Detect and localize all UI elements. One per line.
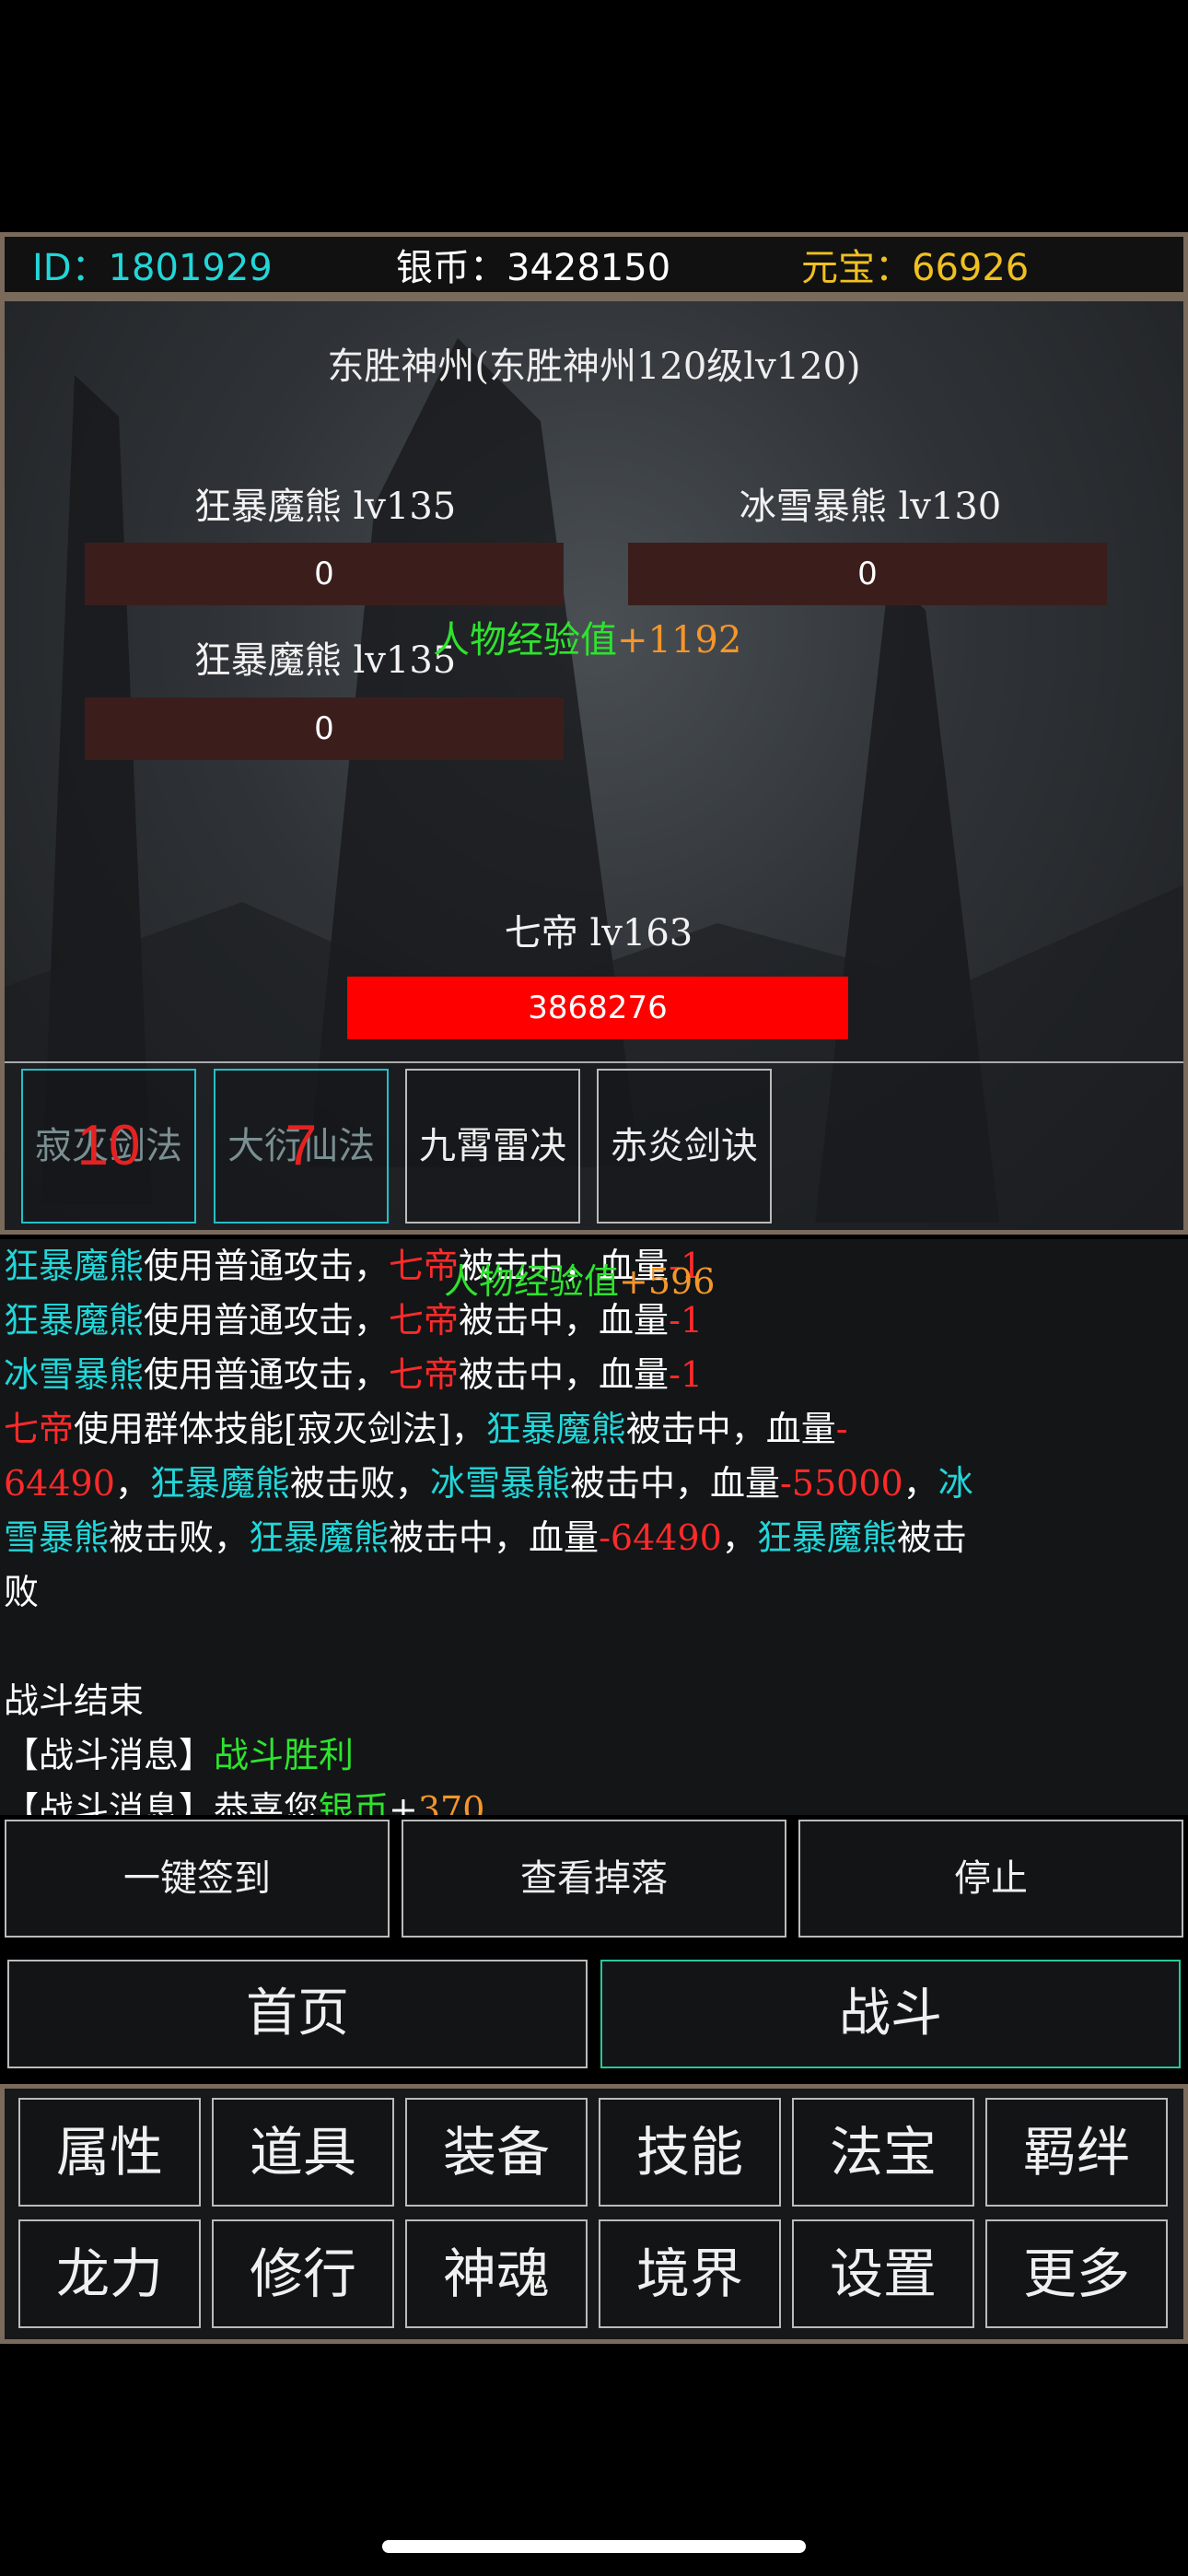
exp-popup-value: +1192 xyxy=(617,619,742,662)
menu-equipment-button[interactable]: 装备 xyxy=(405,2098,588,2207)
log-line: 战斗结束 xyxy=(4,1680,145,1721)
skill-divider xyxy=(5,1061,1183,1063)
battle-log: 狂暴魔熊使用普通攻击，七帝被击中，血量-1 狂暴魔熊使用普通攻击，七帝被击中，血… xyxy=(0,1239,1188,1815)
log-line: 【战斗消息】恭喜您银币+370 xyxy=(4,1789,485,1815)
skill-button[interactable]: 大衍仙法 7 xyxy=(214,1069,389,1224)
player-name: 七帝 lv163 xyxy=(504,912,693,954)
skill-button[interactable]: 赤炎剑诀 xyxy=(597,1069,772,1224)
yuanbao-balance: 元宝：66926 xyxy=(801,247,1030,289)
enemy-name: 狂暴魔熊 lv135 xyxy=(193,486,457,528)
menu-soul-button[interactable]: 神魂 xyxy=(405,2219,588,2328)
menu-treasure-button[interactable]: 法宝 xyxy=(792,2098,974,2207)
skill-cooldown: 7 xyxy=(285,1114,318,1177)
daily-signin-button[interactable]: 一键签到 xyxy=(5,1820,390,1938)
enemy-hp-bar: 0 xyxy=(85,697,564,760)
menu-attributes-button[interactable]: 属性 xyxy=(18,2098,201,2207)
menu-items-button[interactable]: 道具 xyxy=(212,2098,394,2207)
view-drops-button[interactable]: 查看掉落 xyxy=(402,1820,786,1938)
exp-gain-popup: 人物经验值+1192 xyxy=(433,610,741,663)
log-line: 败 xyxy=(4,1572,40,1612)
skill-name: 九霄雷决 xyxy=(419,1125,566,1167)
menu-settings-button[interactable]: 设置 xyxy=(792,2219,974,2328)
log-line: 雪暴熊被击败，狂暴魔熊被击中，血量-64490，狂暴魔熊被击 xyxy=(4,1517,967,1558)
home-indicator[interactable] xyxy=(382,2540,806,2553)
log-exp-popup: 人物经验值+596 xyxy=(444,1261,716,1302)
silver-balance: 银币：3428150 xyxy=(396,247,671,289)
exp-popup-label: 人物经验值 xyxy=(433,619,617,662)
menu-cultivation-button[interactable]: 修行 xyxy=(212,2219,394,2328)
log-line: 64490，狂暴魔熊被击败，冰雪暴熊被击中，血量-55000，冰 xyxy=(4,1463,973,1504)
nav-home-button[interactable]: 首页 xyxy=(7,1960,588,2068)
enemy-hp-bar: 0 xyxy=(628,543,1107,605)
player-hp-bar: 3868276 xyxy=(347,977,848,1039)
log-line: 【战斗消息】战斗胜利 xyxy=(4,1735,355,1775)
nav-battle-button[interactable]: 战斗 xyxy=(600,1960,1181,2068)
enemy-name: 冰雪暴熊 lv130 xyxy=(739,486,1002,528)
skill-button[interactable]: 九霄雷决 xyxy=(405,1069,580,1224)
menu-dragon-power-button[interactable]: 龙力 xyxy=(18,2219,201,2328)
menu-realm-button[interactable]: 境界 xyxy=(599,2219,781,2328)
log-line: 七帝使用群体技能[寂灭剑法]，狂暴魔熊被击中，血量- xyxy=(4,1409,848,1449)
menu-more-button[interactable]: 更多 xyxy=(985,2219,1168,2328)
menu-skills-button[interactable]: 技能 xyxy=(599,2098,781,2207)
skill-name: 赤炎剑诀 xyxy=(611,1125,758,1167)
stop-button[interactable]: 停止 xyxy=(798,1820,1183,1938)
skill-cooldown: 10 xyxy=(76,1114,141,1177)
enemy-hp-bar: 0 xyxy=(85,543,564,605)
menu-bonds-button[interactable]: 羁绊 xyxy=(985,2098,1168,2207)
location-title: 东胜神州(东胜神州120级lv120) xyxy=(327,345,861,388)
skill-button[interactable]: 寂灭剑法 10 xyxy=(21,1069,196,1224)
log-line: 冰雪暴熊使用普通攻击，七帝被击中，血量-1 xyxy=(4,1354,704,1395)
currency-bar: ID：1801929 银币：3428150 元宝：66926 xyxy=(0,232,1188,297)
player-id: ID：1801929 xyxy=(32,247,273,289)
